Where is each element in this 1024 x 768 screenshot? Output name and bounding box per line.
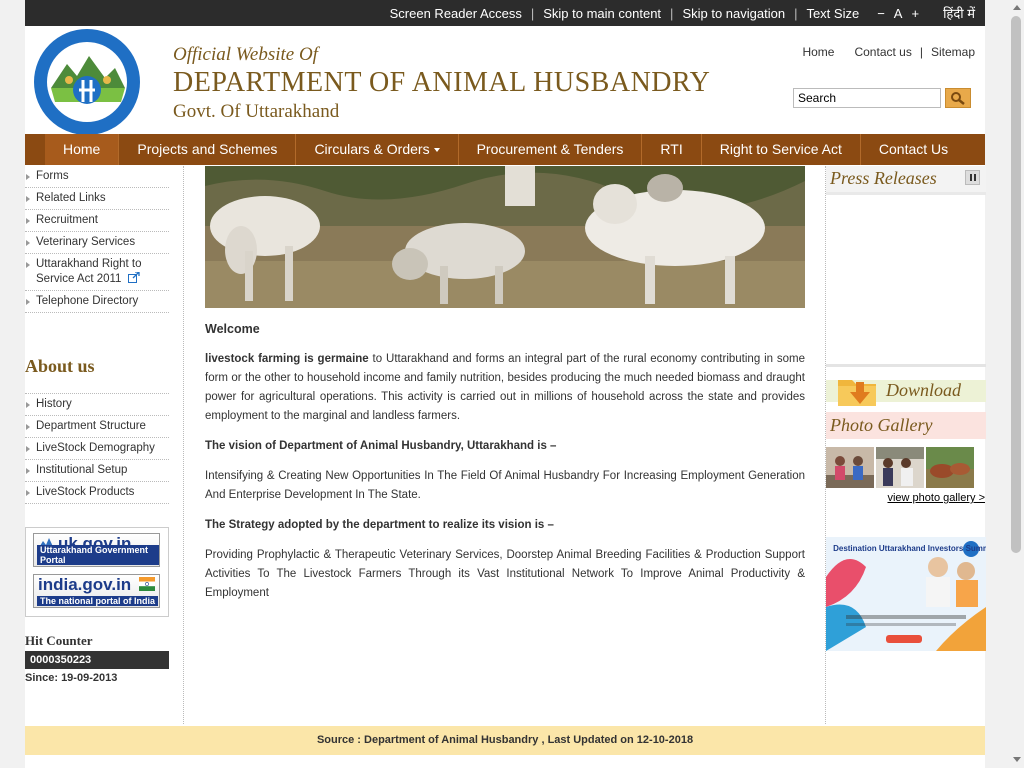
intro-bold-lead: livestock farming is germaine — [205, 353, 369, 365]
hit-counter-since: Since: 19-09-2013 — [25, 672, 118, 684]
nav-circulars-label: Circulars & Orders — [314, 141, 430, 157]
text-size-label: Text Size — [806, 5, 860, 21]
page-scrollbar[interactable] — [1009, 0, 1024, 768]
external-link-icon — [127, 271, 140, 283]
download-link[interactable]: Download — [826, 372, 986, 406]
dropdown-arrow-icon — [433, 148, 440, 153]
search-button[interactable] — [945, 88, 971, 108]
header-sitemap-link[interactable]: Sitemap — [931, 45, 975, 59]
pause-icon — [969, 174, 972, 181]
divider — [826, 364, 986, 367]
site-title: Official Website Of DEPARTMENT OF ANIMAL… — [173, 44, 710, 124]
summit-title: Destination Uttarakhand Investors Summit — [833, 544, 986, 553]
title-official: Official Website Of — [173, 44, 318, 65]
header-links: Home Contact us | Sitemap — [802, 45, 975, 59]
nav-right-to-service[interactable]: Right to Service Act — [702, 134, 861, 165]
title-govt: Govt. Of Uttarakhand — [173, 101, 340, 122]
hit-counter-value: 0000350223 — [25, 651, 169, 669]
search-box — [793, 88, 971, 108]
nav-projects[interactable]: Projects and Schemes — [119, 134, 297, 165]
hit-counter-heading: Hit Counter — [25, 633, 93, 648]
strategy-text: Providing Prophylactic & Therapeutic Vet… — [205, 549, 805, 599]
screen-reader-link[interactable]: Screen Reader Access — [390, 6, 522, 21]
nav-procurement[interactable]: Procurement & Tenders — [459, 134, 643, 165]
photo-thumbnails — [826, 447, 974, 488]
page: Screen Reader Access | Skip to main cont… — [25, 0, 986, 768]
strategy-heading: The Strategy adopted by the department t… — [205, 519, 554, 531]
menu-institutional-setup[interactable]: Institutional Setup — [25, 460, 169, 482]
menu-related-links[interactable]: Related Links — [25, 188, 169, 210]
nav-rti[interactable]: RTI — [642, 134, 702, 165]
investors-summit-banner[interactable]: Destination Uttarakhand Investors Summit — [826, 537, 986, 651]
press-releases-header: Press Releases — [826, 166, 986, 195]
about-us-menu: History Department Structure LiveStock D… — [25, 393, 169, 504]
vision-text: Intensifying & Creating New Opportunitie… — [205, 470, 805, 501]
scrollbar-thumb[interactable] — [1011, 16, 1021, 553]
normal-text-button[interactable]: A — [894, 6, 903, 21]
right-sidebar: Press Releases Download Photo Gallery vi… — [825, 166, 986, 724]
search-icon — [951, 92, 965, 105]
uk-gov-portal-subtitle: Uttarakhand Government Portal — [37, 545, 159, 565]
increase-text-button[interactable]: + — [911, 6, 919, 21]
menu-right-to-service-label: Uttarakhand Right to Service Act 2011 — [36, 258, 142, 285]
cattle-banner-image — [205, 166, 805, 308]
nav-home[interactable]: Home — [45, 134, 120, 165]
main-content: Welcome livestock farming is germaine to… — [205, 166, 805, 724]
photo-gallery-header: Photo Gallery — [826, 412, 986, 439]
gallery-thumbnail[interactable] — [826, 447, 874, 488]
main-navigation: Home Projects and Schemes Circulars & Or… — [25, 134, 985, 165]
vision-heading: The vision of Department of Animal Husba… — [205, 440, 557, 452]
footer-source: Source : Department of Animal Husbandry … — [25, 726, 985, 755]
menu-livestock-demography[interactable]: LiveStock Demography — [25, 438, 169, 460]
uk-gov-portal-banner[interactable]: uk.gov.in Uttarakhand Government Portal — [33, 533, 160, 567]
department-logo[interactable] — [33, 28, 141, 136]
menu-telephone-directory[interactable]: Telephone Directory — [25, 291, 169, 313]
hindi-link[interactable]: हिंदी में — [943, 4, 975, 22]
decrease-text-button[interactable]: − — [877, 6, 885, 21]
accessibility-bar: Screen Reader Access | Skip to main cont… — [25, 0, 985, 26]
menu-history[interactable]: History — [25, 394, 169, 416]
scroll-down-icon[interactable] — [1013, 757, 1021, 762]
skip-nav-link[interactable]: Skip to navigation — [682, 6, 785, 21]
quick-links-menu: Forms Related Links Recruitment Veterina… — [25, 166, 169, 313]
india-gov-portal-subtitle: The national portal of India — [37, 596, 159, 606]
nav-circulars[interactable]: Circulars & Orders — [296, 134, 459, 165]
menu-department-structure[interactable]: Department Structure — [25, 416, 169, 438]
download-folder-icon — [838, 380, 876, 406]
menu-right-to-service-act[interactable]: Uttarakhand Right to Service Act 2011 — [25, 254, 169, 291]
photo-gallery-title: Photo Gallery — [830, 415, 933, 435]
nav-contact[interactable]: Contact Us — [861, 134, 966, 165]
download-label: Download — [886, 380, 962, 400]
view-photo-gallery-link[interactable]: view photo gallery > — [887, 492, 985, 504]
portal-links: uk.gov.in Uttarakhand Government Portal … — [25, 527, 169, 617]
menu-livestock-products[interactable]: LiveStock Products — [25, 482, 169, 504]
menu-veterinary-services[interactable]: Veterinary Services — [25, 232, 169, 254]
india-gov-portal-banner[interactable]: india.gov.in The national portal of Indi… — [33, 574, 160, 608]
press-releases-title: Press Releases — [830, 168, 937, 188]
skip-main-link[interactable]: Skip to main content — [543, 6, 661, 21]
india-gov-portal-title: india.gov.in — [38, 575, 132, 594]
site-header: Official Website Of DEPARTMENT OF ANIMAL… — [25, 26, 985, 136]
search-input[interactable] — [793, 88, 941, 108]
india-flag-icon — [139, 577, 155, 591]
welcome-heading: Welcome — [205, 322, 260, 336]
gallery-thumbnail[interactable] — [876, 447, 924, 488]
menu-forms[interactable]: Forms — [25, 166, 169, 188]
header-home-link[interactable]: Home — [802, 45, 834, 59]
title-department: DEPARTMENT OF ANIMAL HUSBANDRY — [173, 67, 711, 98]
left-sidebar: Forms Related Links Recruitment Veterina… — [25, 166, 184, 724]
about-us-heading: About us — [25, 356, 95, 376]
gallery-thumbnail[interactable] — [926, 447, 974, 488]
header-contact-link[interactable]: Contact us — [854, 45, 911, 59]
intro-paragraph: livestock farming is germaine to Uttarak… — [205, 350, 805, 426]
scroll-up-icon[interactable] — [1013, 5, 1021, 10]
pause-button[interactable] — [965, 170, 980, 185]
menu-recruitment[interactable]: Recruitment — [25, 210, 169, 232]
